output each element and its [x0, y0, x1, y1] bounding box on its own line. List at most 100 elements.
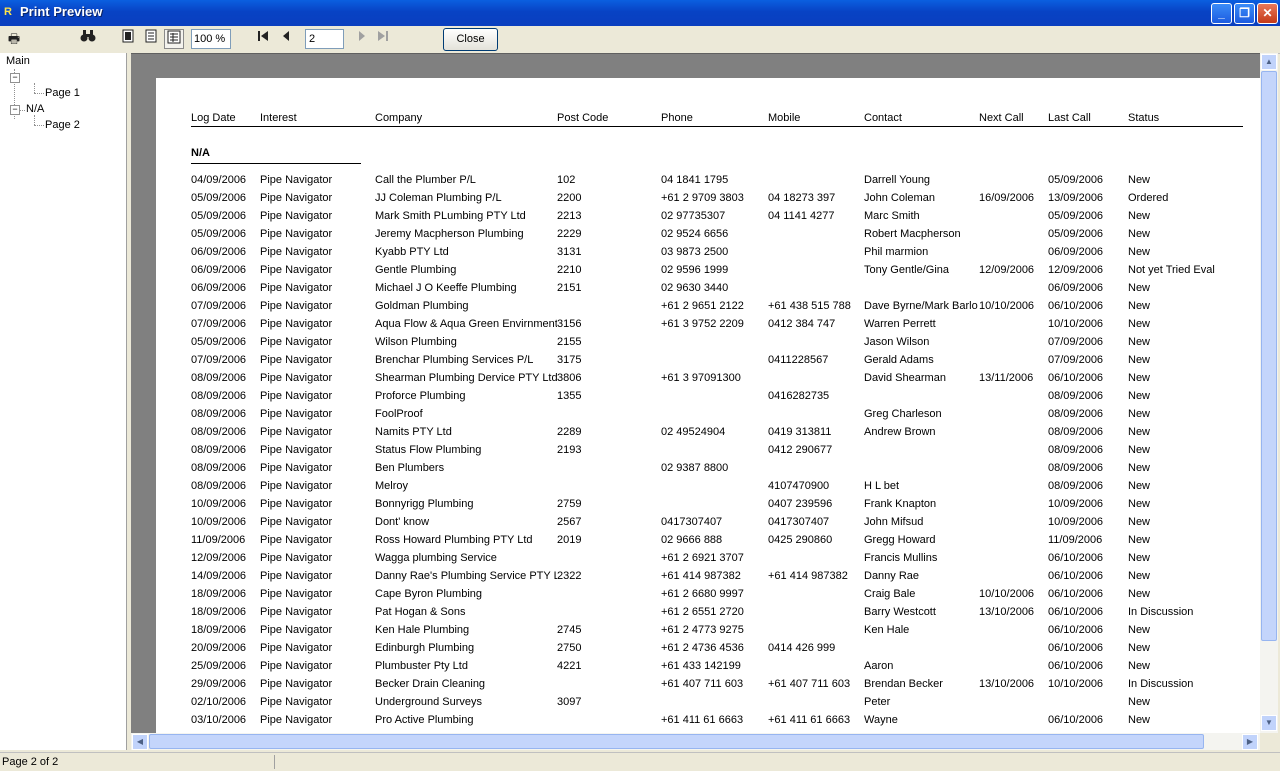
- print-icon[interactable]: 🖶: [4, 29, 24, 49]
- cell-interest: Pipe Navigator: [260, 264, 333, 276]
- cell-interest: Pipe Navigator: [260, 246, 333, 258]
- cell-post-code: 2200: [557, 192, 582, 204]
- find-icon[interactable]: [78, 29, 98, 49]
- cell-phone: 0417307407: [661, 516, 723, 528]
- cell-phone: +61 2 6551 2720: [661, 606, 744, 618]
- cell-interest: Pipe Navigator: [260, 696, 333, 708]
- table-row: 03/10/2006 Pipe Navigator Pro Active Plumb…: [156, 713, 1260, 731]
- cell-contact: Darrell Young: [864, 174, 931, 186]
- cell-last-call: 06/09/2006: [1048, 246, 1104, 258]
- cell-post-code: 4221: [557, 660, 582, 672]
- cell-log-date: 12/09/2006: [191, 552, 247, 564]
- collapse-icon[interactable]: −: [10, 105, 20, 115]
- cell-contact: Tony Gentle/Gina: [864, 264, 949, 276]
- cell-status: New: [1128, 552, 1151, 564]
- tree-root-main[interactable]: Main: [6, 55, 30, 67]
- cell-mobile: 0412 290677: [768, 444, 833, 456]
- cell-status: In Discussion: [1128, 678, 1194, 690]
- page-width-icon[interactable]: [164, 29, 184, 49]
- cell-interest: Pipe Navigator: [260, 174, 333, 186]
- cell-last-call: 10/10/2006: [1048, 678, 1104, 690]
- cell-company: Goldman Plumbing: [375, 300, 469, 312]
- cell-contact: Andrew Brown: [864, 426, 936, 438]
- next-page-icon[interactable]: [352, 29, 372, 49]
- cell-company: Ken Hale Plumbing: [375, 624, 470, 636]
- tree-item-page-1[interactable]: Page 1: [45, 87, 80, 99]
- cell-status: New: [1128, 498, 1151, 510]
- cell-status: New: [1128, 642, 1151, 654]
- cell-interest: Pipe Navigator: [260, 552, 333, 564]
- cell-post-code: 2229: [557, 228, 582, 240]
- scroll-right-icon[interactable]: ▶: [1242, 734, 1258, 750]
- cell-log-date: 06/09/2006: [191, 282, 247, 294]
- cell-contact: John Coleman: [864, 192, 935, 204]
- cell-mobile: 0425 290860: [768, 534, 833, 546]
- cell-log-date: 05/09/2006: [191, 336, 247, 348]
- one-page-icon[interactable]: [118, 29, 138, 49]
- cell-company: Call the Plumber P/L: [375, 174, 476, 186]
- collapse-icon[interactable]: −: [10, 73, 20, 83]
- cell-status: New: [1128, 426, 1151, 438]
- cell-company: Dont' know: [375, 516, 430, 528]
- cell-phone: +61 2 4736 4536: [661, 642, 744, 654]
- table-row: 08/09/2006 Pipe Navigator Ben Plumbers 02 9…: [156, 461, 1260, 479]
- cell-log-date: 14/09/2006: [191, 570, 247, 582]
- scroll-up-icon[interactable]: ▲: [1261, 54, 1277, 70]
- cell-contact: Phil marmion: [864, 246, 929, 258]
- zoom-field[interactable]: 100 %: [191, 29, 231, 49]
- cell-company: Gentle Plumbing: [375, 264, 457, 276]
- previous-page-icon[interactable]: [276, 29, 296, 49]
- cell-status: Ordered: [1128, 192, 1169, 204]
- vertical-scroll-thumb[interactable]: [1261, 71, 1277, 641]
- cell-post-code: 3097: [557, 696, 582, 708]
- horizontal-scroll-thumb[interactable]: [149, 734, 1204, 749]
- cell-company: Danny Rae's Plumbing Service PTY Ltd: [375, 570, 557, 582]
- page-number-input[interactable]: 2: [305, 29, 344, 49]
- cell-company: Kyabb PTY Ltd: [375, 246, 449, 258]
- cell-mobile: 0411228567: [768, 354, 829, 366]
- minimize-button[interactable]: _: [1211, 3, 1232, 24]
- close-button[interactable]: Close: [443, 28, 498, 51]
- table-row: 25/09/2006 Pipe Navigator Plumbuster Pty L…: [156, 659, 1260, 677]
- cell-mobile: +61 414 987382: [768, 570, 848, 582]
- status-separator: [274, 755, 276, 769]
- table-row: 07/09/2006 Pipe Navigator Brenchar Plumbin…: [156, 353, 1260, 371]
- cell-status: New: [1128, 714, 1151, 726]
- cell-phone: +61 411 61 6663: [661, 714, 744, 726]
- table-row: 04/09/2006 Pipe Navigator Call the Plumber…: [156, 173, 1260, 191]
- vertical-scrollbar[interactable]: ▲ ▼: [1260, 53, 1278, 733]
- cell-contact: Jason Wilson: [864, 336, 930, 348]
- table-row: 14/09/2006 Pipe Navigator Danny Rae's Plum…: [156, 569, 1260, 587]
- scroll-left-icon[interactable]: ◀: [132, 734, 148, 750]
- cell-post-code: 2759: [557, 498, 582, 510]
- cell-phone: 02 9524 6656: [661, 228, 729, 240]
- horizontal-scrollbar[interactable]: ◀ ▶: [131, 733, 1260, 750]
- tree-item-page-2[interactable]: Page 2: [45, 119, 80, 131]
- tree-item-group[interactable]: N/A: [26, 103, 44, 115]
- cell-contact: Barry Westcott: [864, 606, 936, 618]
- report-page: Log Date Interest Company Post Code Phon…: [156, 78, 1260, 734]
- cell-last-call: 08/09/2006: [1048, 426, 1104, 438]
- table-row: 08/09/2006 Pipe Navigator Melroy 4107470900…: [156, 479, 1260, 497]
- last-page-icon[interactable]: [373, 29, 393, 49]
- cell-status: New: [1128, 246, 1151, 258]
- cell-log-date: 06/09/2006: [191, 264, 247, 276]
- close-window-button[interactable]: ✕: [1257, 3, 1278, 24]
- cell-post-code: 2750: [557, 642, 582, 654]
- cell-company: Underground Surveys: [375, 696, 483, 708]
- cell-log-date: 18/09/2006: [191, 606, 247, 618]
- cell-mobile: 0417307407: [768, 516, 830, 528]
- two-page-icon[interactable]: [141, 29, 161, 49]
- cell-interest: Pipe Navigator: [260, 660, 333, 672]
- cell-phone: 02 49524904: [661, 426, 726, 438]
- cell-status: New: [1128, 372, 1151, 384]
- header-divider: [191, 126, 1243, 127]
- cell-phone: 02 9387 8800: [661, 462, 729, 474]
- cell-log-date: 07/09/2006: [191, 300, 247, 312]
- restore-button[interactable]: ❐: [1234, 3, 1255, 24]
- cell-mobile: +61 411 61 6663: [768, 714, 851, 726]
- first-page-icon[interactable]: [253, 29, 273, 49]
- table-row: 12/09/2006 Pipe Navigator Wagga plumbing S…: [156, 551, 1260, 569]
- scroll-down-icon[interactable]: ▼: [1261, 715, 1277, 731]
- cell-phone: +61 2 9709 3803: [661, 192, 744, 204]
